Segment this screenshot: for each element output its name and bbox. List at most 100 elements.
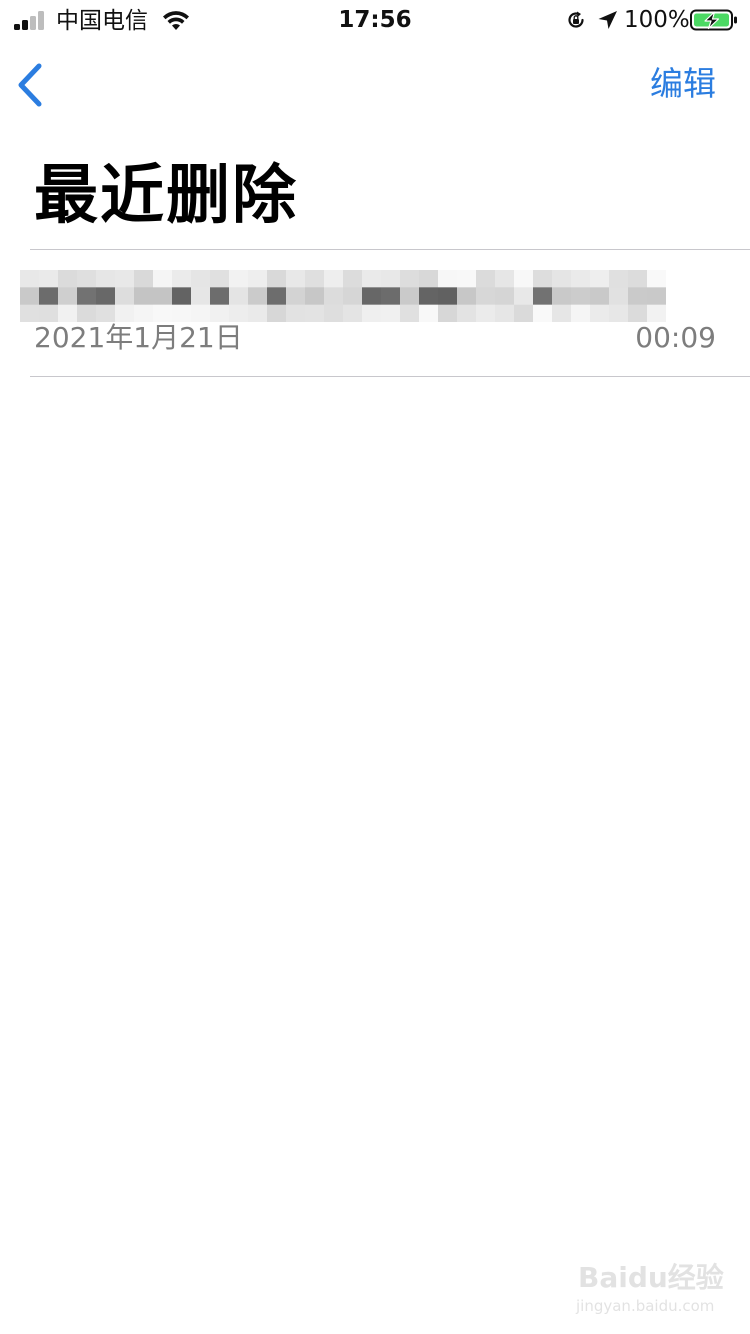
watermark-url: jingyan.baidu.com [576, 1297, 715, 1315]
mosaic-cell [438, 304, 457, 322]
mosaic-cell [77, 270, 96, 288]
mosaic-cell [476, 287, 495, 306]
mosaic-cell [590, 304, 609, 322]
watermark: Baidu经验 jingyan.baidu.com [572, 1260, 724, 1324]
rotation-lock-icon [568, 11, 584, 28]
mosaic-cell [20, 287, 39, 306]
note-date: 2021年1月21日 [34, 321, 243, 354]
mosaic-cell [210, 287, 229, 306]
mosaic-cell [229, 270, 248, 288]
mosaic-cell [476, 304, 495, 322]
mosaic-cell [400, 304, 419, 322]
mosaic-cell [286, 270, 305, 288]
mosaic-cell [609, 270, 628, 288]
mosaic-cell [115, 287, 134, 306]
watermark-logo: Baidu经验 [578, 1261, 724, 1294]
deleted-note-item[interactable]: 2021年1月21日 00:09 [0, 250, 750, 376]
mosaic-cell [533, 287, 552, 306]
mosaic-cell [457, 287, 476, 306]
mosaic-cell [134, 270, 153, 288]
mosaic-cell [305, 270, 324, 288]
mosaic-cell [267, 287, 286, 306]
mosaic-cell [210, 270, 229, 288]
mosaic-cell [362, 287, 381, 306]
page-title: 最近删除 [34, 159, 298, 233]
battery-charging-icon [690, 9, 737, 31]
mosaic-cell [457, 270, 476, 288]
mosaic-cell [343, 304, 362, 322]
mosaic-cell [590, 270, 609, 288]
mosaic-cell [58, 270, 77, 288]
mosaic-cell [628, 270, 647, 288]
mosaic-cell [362, 270, 381, 288]
mosaic-cell [438, 270, 457, 288]
mosaic-cell [438, 287, 457, 306]
battery-percentage: 100% [624, 7, 690, 33]
edit-button[interactable]: 编辑 [650, 62, 716, 106]
mosaic-cell [400, 287, 419, 306]
mosaic-cell [514, 270, 533, 288]
mosaic-cell [77, 287, 96, 306]
mosaic-cell [39, 270, 58, 288]
mosaic-cell [267, 270, 286, 288]
mosaic-cell [571, 270, 590, 288]
mosaic-cell [571, 304, 590, 322]
mosaic-cell [191, 287, 210, 306]
mosaic-cell [495, 287, 514, 306]
mosaic-cell [324, 304, 343, 322]
mosaic-cell [305, 287, 324, 306]
mosaic-cell [590, 287, 609, 306]
note-title-redacted [20, 270, 666, 322]
mosaic-cell [305, 304, 324, 322]
mosaic-cell [324, 287, 343, 306]
mosaic-cell [400, 270, 419, 288]
mosaic-cell [476, 270, 495, 288]
mosaic-cell [495, 270, 514, 288]
status-bar: 中国电信 17:56 100% [0, 0, 750, 40]
mosaic-cell [248, 270, 267, 288]
mosaic-cell [514, 304, 533, 322]
mosaic-cell [39, 287, 58, 306]
mosaic-cell [172, 270, 191, 288]
mosaic-cell [286, 304, 305, 322]
mosaic-cell [134, 287, 153, 306]
back-button[interactable] [10, 58, 54, 112]
mosaic-cell [362, 304, 381, 322]
mosaic-cell [457, 304, 476, 322]
mosaic-cell [609, 287, 628, 306]
mosaic-cell [381, 287, 400, 306]
mosaic-cell [533, 270, 552, 288]
mosaic-cell [229, 287, 248, 306]
mosaic-cell [552, 270, 571, 288]
mosaic-cell [552, 304, 571, 322]
mosaic-cell [419, 270, 438, 288]
mosaic-cell [20, 270, 39, 288]
mosaic-cell [343, 270, 362, 288]
mosaic-cell [381, 304, 400, 322]
mosaic-cell [153, 270, 172, 288]
mosaic-cell [514, 287, 533, 306]
mosaic-cell [647, 287, 666, 306]
bottom-divider [30, 376, 750, 377]
mosaic-cell [115, 270, 134, 288]
mosaic-cell [419, 304, 438, 322]
note-time: 00:09 [635, 321, 716, 354]
mosaic-cell [172, 287, 191, 306]
mosaic-cell [381, 270, 400, 288]
mosaic-cell [495, 304, 514, 322]
mosaic-cell [419, 287, 438, 306]
mosaic-cell [533, 304, 552, 322]
mosaic-cell [647, 270, 666, 288]
mosaic-cell [343, 287, 362, 306]
mosaic-cell [552, 287, 571, 306]
mosaic-cell [609, 304, 628, 322]
location-arrow-icon [598, 11, 617, 29]
mosaic-cell [96, 287, 115, 306]
mosaic-cell [96, 270, 115, 288]
mosaic-cell [286, 287, 305, 306]
mosaic-cell [58, 287, 77, 306]
mosaic-cell [267, 304, 286, 322]
chevron-left-icon [18, 63, 42, 107]
mosaic-cell [324, 270, 343, 288]
mosaic-cell [153, 287, 172, 306]
